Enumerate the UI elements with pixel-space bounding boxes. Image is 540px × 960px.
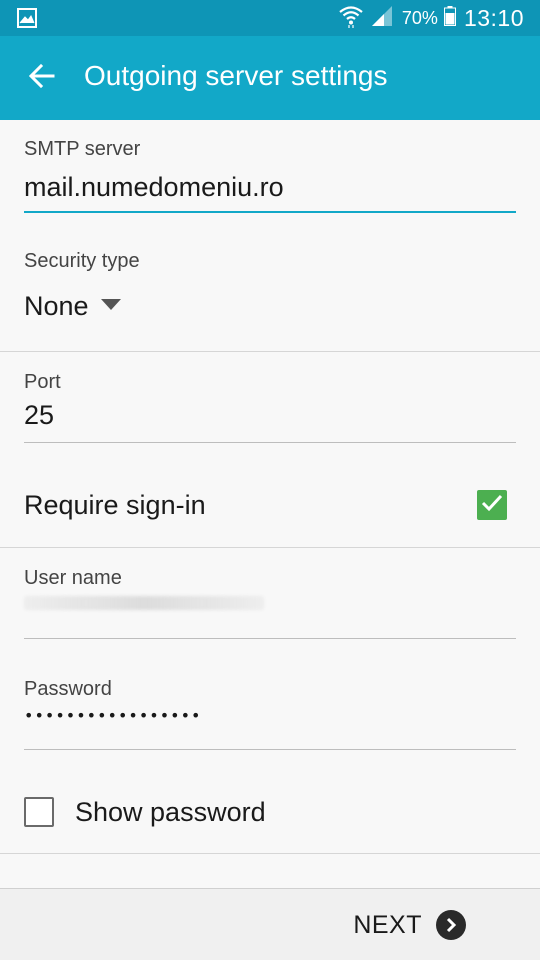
port-value: 25 xyxy=(24,400,55,430)
section-divider xyxy=(0,351,540,352)
app-bar: Outgoing server settings xyxy=(0,36,540,120)
next-button[interactable]: NEXT xyxy=(353,905,466,945)
security-type-value: None xyxy=(24,290,89,321)
user-name-redacted-value xyxy=(24,596,264,610)
checkmark-icon xyxy=(481,494,503,517)
gallery-icon xyxy=(17,8,37,28)
status-bar: 70% 13:10 xyxy=(0,0,540,36)
password-underline xyxy=(24,749,516,750)
port-underline xyxy=(24,442,516,443)
dropdown-triangle-icon xyxy=(100,297,121,315)
show-password-checkbox[interactable] xyxy=(24,797,54,827)
port-label: Port xyxy=(24,371,61,393)
require-signin-label: Require sign-in xyxy=(24,490,206,520)
battery-icon xyxy=(443,5,456,31)
page-title: Outgoing server settings xyxy=(84,60,388,91)
password-value: ••••••••••••••••• xyxy=(24,706,202,725)
smtp-server-label: SMTP server xyxy=(24,138,141,160)
status-time: 13:10 xyxy=(463,4,524,31)
smtp-server-underline xyxy=(24,211,516,213)
smtp-server-input[interactable]: mail.numedomeniu.ro xyxy=(24,166,516,212)
require-signin-checkbox[interactable] xyxy=(477,490,507,520)
bottom-bar: NEXT xyxy=(0,888,540,960)
back-button[interactable] xyxy=(20,56,64,100)
port-input[interactable]: 25 xyxy=(24,396,516,442)
smtp-server-value: mail.numedomeniu.ro xyxy=(24,172,284,202)
security-type-dropdown[interactable]: None xyxy=(24,286,121,326)
user-name-underline xyxy=(24,638,516,639)
signal-icon xyxy=(370,5,394,32)
battery-percent: 70% xyxy=(401,7,438,28)
user-name-label: User name xyxy=(24,567,122,589)
section-divider xyxy=(0,853,540,854)
password-label: Password xyxy=(24,678,112,700)
security-type-label: Security type xyxy=(24,250,140,272)
chevron-right-circle-icon xyxy=(436,910,466,940)
outgoing-server-form: SMTP server mail.numedomeniu.ro Security… xyxy=(0,120,540,888)
show-password-label[interactable]: Show password xyxy=(75,797,266,828)
back-arrow-icon xyxy=(28,63,55,94)
status-icons: 70% 13:10 xyxy=(338,0,524,36)
section-divider xyxy=(0,547,540,548)
wifi-icon xyxy=(338,4,364,33)
next-button-label: NEXT xyxy=(353,910,422,939)
